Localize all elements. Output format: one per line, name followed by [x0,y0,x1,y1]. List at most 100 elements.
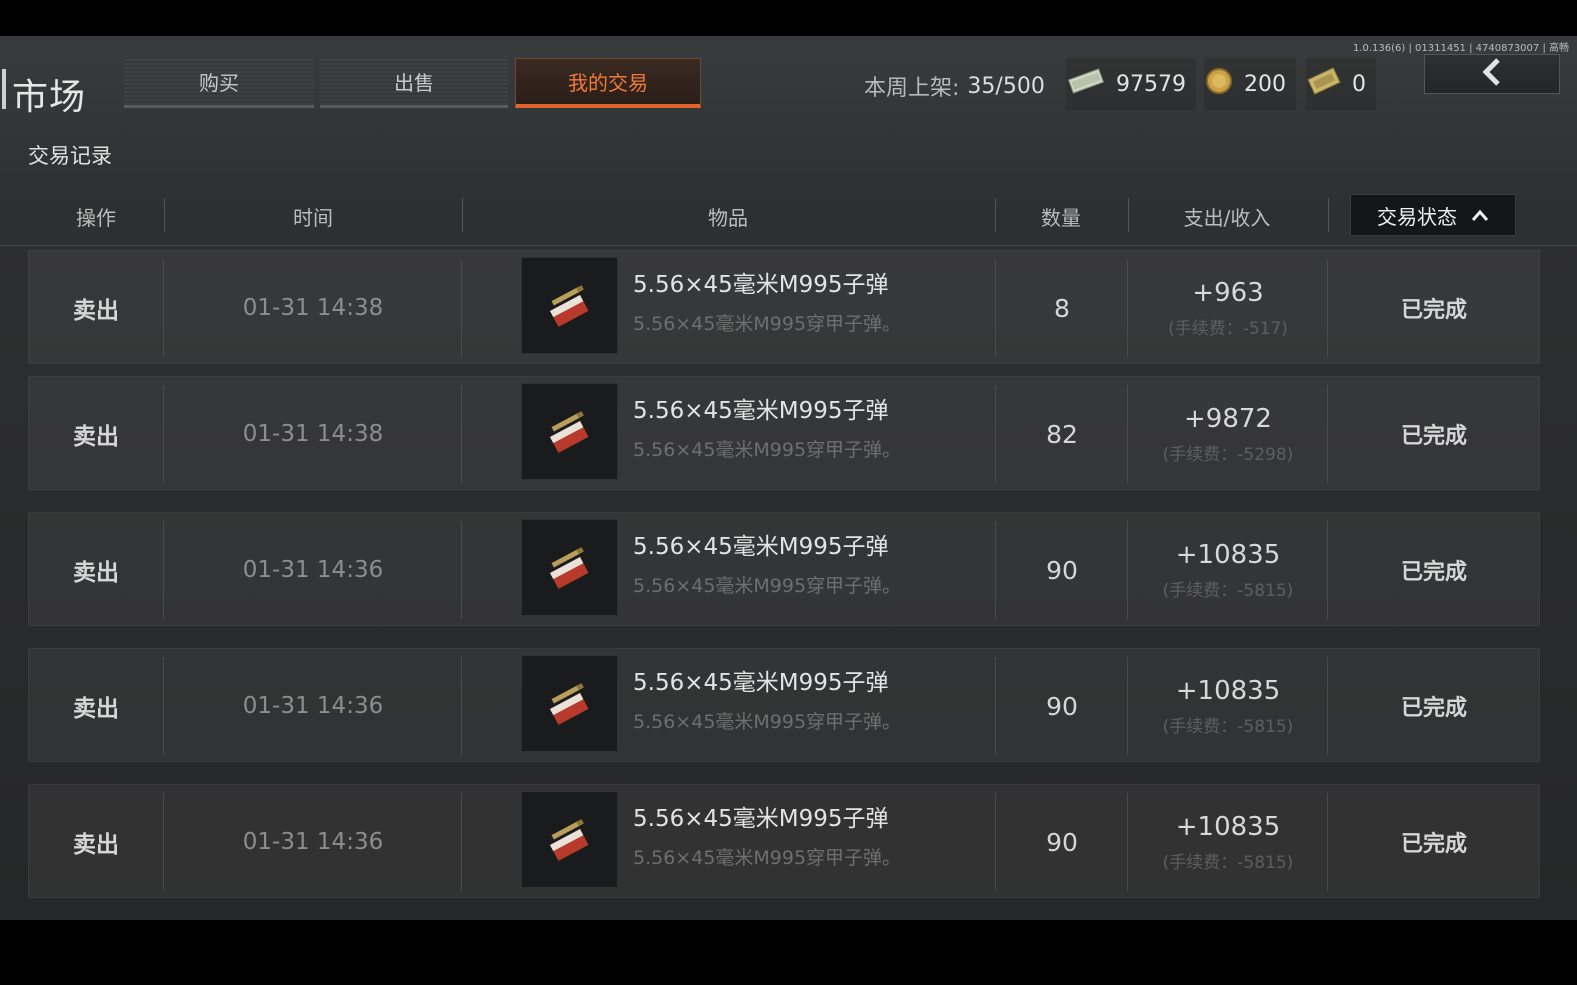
row-time: 01-31 14:36 [242,829,384,855]
row-quantity: 90 [1046,827,1078,857]
cell-divider [995,657,996,755]
cell-divider [995,521,996,619]
cell-divider [461,657,462,755]
back-button[interactable] [1424,54,1560,94]
cell-divider [995,793,996,891]
row-quantity: 82 [1046,419,1078,449]
weekly-listed: 本周上架: 35/500 [864,66,1045,106]
table-row[interactable]: 卖出 01-31 14:36 5.56×45毫米M995子弹 5.56×45毫米… [28,784,1540,898]
tab-my-trades[interactable]: 我的交易 [515,58,701,108]
cell-divider [163,657,164,755]
cell-divider [1127,793,1128,891]
cell-divider [461,521,462,619]
ammo-box-icon [549,818,588,861]
cell-divider [163,259,164,357]
item-thumbnail[interactable] [521,519,618,616]
row-quantity: 8 [1054,293,1070,323]
letterbox-bottom [0,920,1577,985]
item-name: 5.56×45毫米M995子弹 [633,534,889,560]
item-description: 5.56×45毫米M995穿甲子弹。 [633,711,902,733]
ammo-box-icon [549,682,588,725]
col-amount: 支出/收入 [1183,205,1271,230]
item-name: 5.56×45毫米M995子弹 [633,272,889,298]
item-name: 5.56×45毫米M995子弹 [633,806,889,832]
top-header: 1.0.136(6) | 01311451 | 4740873007 | 高畅 … [0,36,1577,122]
cash-icon [1066,66,1106,102]
row-operation: 卖出 [73,424,119,450]
cell-divider [1327,657,1328,755]
section-title: 交易记录 [28,144,112,168]
cell-divider [461,259,462,357]
amount-value: +9872 [1184,403,1272,434]
header-divider [1328,198,1329,232]
status-sort-button[interactable]: 交易状态 [1350,194,1516,236]
fee-value: (手续费：-5298) [1162,444,1294,465]
cell-divider [995,259,996,357]
fee-value: (手续费：-5815) [1162,852,1294,873]
cell-divider [1327,521,1328,619]
coin-icon [1204,66,1234,102]
cell-divider [163,385,164,483]
item-description: 5.56×45毫米M995穿甲子弹。 [633,439,902,461]
row-operation: 卖出 [73,298,119,324]
col-item: 物品 [708,205,748,230]
item-description: 5.56×45毫米M995穿甲子弹。 [633,847,902,869]
tab-buy[interactable]: 购买 [124,58,314,108]
tab-my-trades-label: 我的交易 [568,71,648,95]
row-time: 01-31 14:36 [242,693,384,719]
page-title: 市场 [12,77,87,118]
col-time: 时间 [293,205,333,230]
table-row[interactable]: 卖出 01-31 14:38 5.56×45毫米M995子弹 5.56×45毫米… [28,376,1540,490]
tab-sell-label: 出售 [394,71,434,95]
row-amount: +963 (手续费：-517) [1129,251,1327,365]
header-divider [164,198,165,232]
item-thumbnail[interactable] [521,257,618,354]
cell-divider [1327,259,1328,357]
ammo-box-icon [549,410,588,453]
fee-value: (手续费：-5815) [1162,580,1294,601]
fee-value: (手续费：-517) [1168,318,1288,339]
row-status: 已完成 [1400,424,1467,449]
item-thumbnail[interactable] [521,791,618,888]
ammo-box-icon [549,546,588,589]
row-quantity: 90 [1046,555,1078,585]
voucher-icon [1306,66,1342,102]
header-divider [462,198,463,232]
row-amount: +9872 (手续费：-5298) [1129,377,1327,491]
item-description: 5.56×45毫米M995穿甲子弹。 [633,575,902,597]
chevron-left-icon [1477,57,1507,91]
item-thumbnail[interactable] [521,655,618,752]
row-amount: +10835 (手续费：-5815) [1129,513,1327,627]
cell-divider [1127,657,1128,755]
row-operation: 卖出 [73,832,119,858]
title-accent-bar [2,69,6,109]
cell-divider [461,385,462,483]
amount-value: +963 [1192,277,1264,308]
row-operation: 卖出 [73,696,119,722]
table-row[interactable]: 卖出 01-31 14:36 5.56×45毫米M995子弹 5.56×45毫米… [28,648,1540,762]
amount-value: +10835 [1175,675,1281,706]
cash-value: 97579 [1116,71,1186,97]
amount-value: +10835 [1175,539,1281,570]
voucher-balance: 0 [1306,58,1376,110]
cell-divider [1127,259,1128,357]
item-thumbnail[interactable] [521,383,618,480]
tab-buy-label: 购买 [199,71,239,95]
weekly-listed-label: 本周上架: [864,76,960,101]
cash-balance: 97579 [1066,58,1196,110]
table-row[interactable]: 卖出 01-31 14:38 5.56×45毫米M995子弹 5.56×45毫米… [28,250,1540,364]
amount-value: +10835 [1175,811,1281,842]
table-row[interactable]: 卖出 01-31 14:36 5.56×45毫米M995子弹 5.56×45毫米… [28,512,1540,626]
row-time: 01-31 14:36 [242,557,384,583]
item-description: 5.56×45毫米M995穿甲子弹。 [633,313,902,335]
cell-divider [1127,521,1128,619]
status-sort-label: 交易状态 [1377,204,1457,229]
row-status: 已完成 [1400,560,1467,585]
tab-sell[interactable]: 出售 [320,58,508,108]
chevron-up-icon [1471,203,1489,227]
row-status: 已完成 [1400,696,1467,721]
row-status: 已完成 [1400,832,1467,857]
ammo-box-icon [549,284,588,327]
cell-divider [163,793,164,891]
fee-value: (手续费：-5815) [1162,716,1294,737]
